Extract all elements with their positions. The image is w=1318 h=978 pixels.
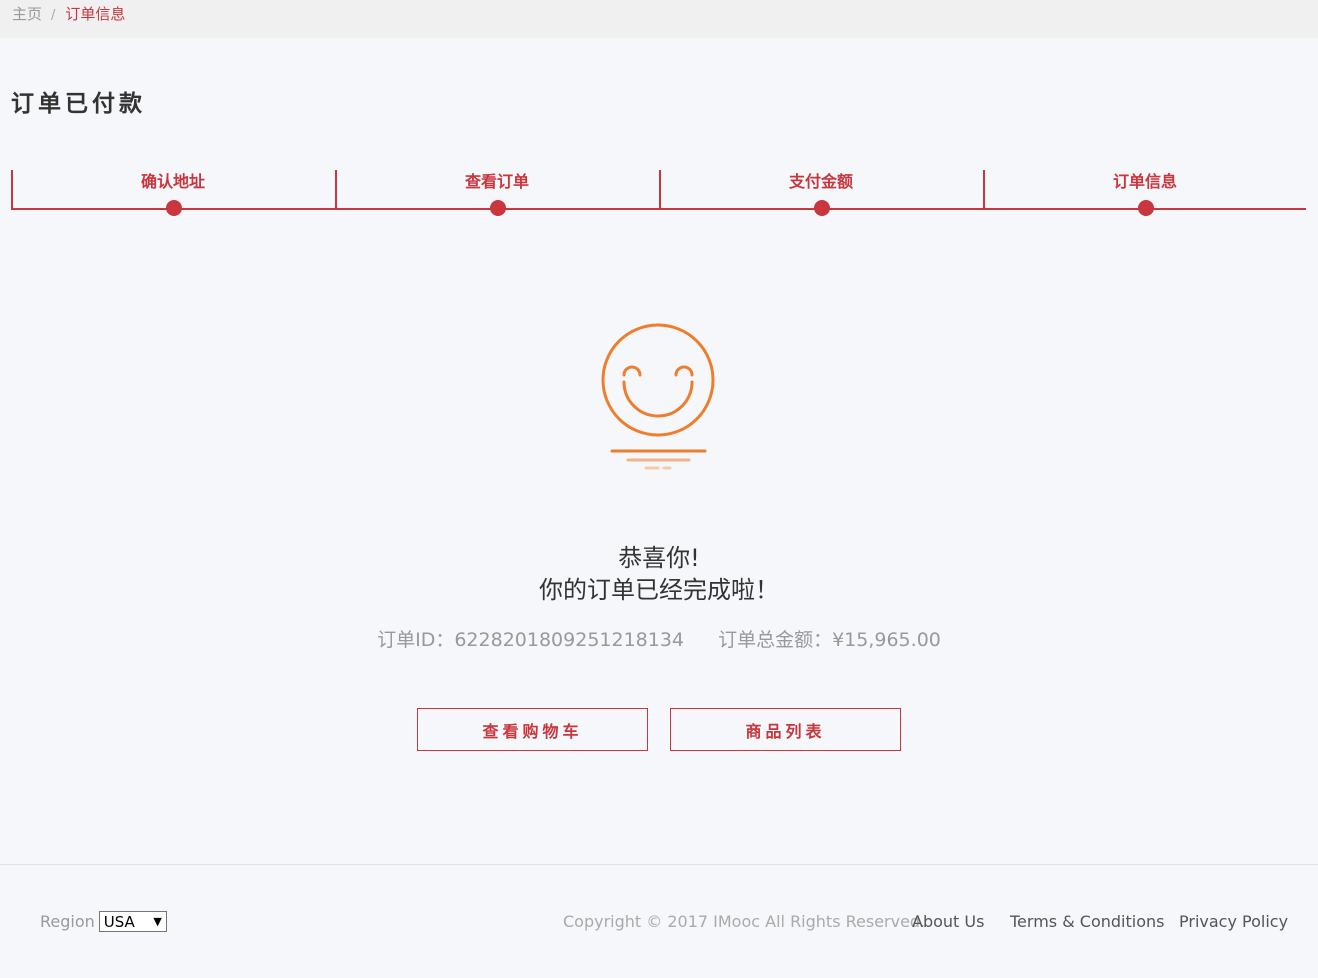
chevron-down-icon: ▼ [153, 915, 162, 928]
breadcrumb-home-link[interactable]: 主页 [12, 3, 42, 24]
region-select[interactable]: USA ▼ [98, 911, 167, 932]
page-title: 订单已付款 [11, 91, 146, 117]
smiley-face-icon [596, 318, 722, 482]
step-label: 订单信息 [1112, 172, 1177, 191]
progress-steps: 确认地址 查看订单 支付金额 订单信息 [11, 170, 1307, 220]
region-selector: Region USA ▼ [40, 911, 167, 932]
view-cart-button[interactable]: 查看购物车 [417, 708, 648, 751]
step-label: 查看订单 [464, 172, 529, 191]
step-dot [814, 200, 830, 216]
step-dot [166, 200, 182, 216]
step-label: 支付金额 [788, 172, 853, 191]
order-id: 订单ID：6228201809251218134 [377, 629, 685, 651]
terms-link[interactable]: Terms & Conditions [1010, 912, 1164, 931]
success-heading: 恭喜你! [618, 544, 700, 572]
privacy-policy-link[interactable]: Privacy Policy [1179, 912, 1288, 931]
step-dot [490, 200, 506, 216]
order-info: 订单ID：6228201809251218134 订单总金额：¥15,965.0… [0, 625, 1318, 652]
step-label: 确认地址 [140, 172, 205, 191]
footer-divider [0, 864, 1318, 865]
region-value: USA [103, 912, 135, 931]
step-dot [1138, 200, 1154, 216]
region-label: Region [40, 912, 95, 931]
breadcrumb-separator: / [51, 8, 56, 23]
about-us-link[interactable]: About Us [912, 912, 984, 931]
breadcrumb: 主页 / 订单信息 [12, 3, 125, 24]
breadcrumb-current: 订单信息 [65, 5, 126, 23]
step-order-info: 订单信息 [983, 170, 1307, 216]
step-confirm-address: 确认地址 [11, 170, 335, 216]
top-bar: 主页 / 订单信息 [0, 0, 1318, 38]
order-total: 订单总金额：¥15,965.00 [718, 629, 941, 651]
success-message: 你的订单已经完成啦！ [539, 576, 779, 604]
step-view-order: 查看订单 [335, 170, 659, 216]
product-list-button[interactable]: 商品列表 [670, 708, 901, 751]
copyright-text: Copyright © 2017 IMooc All Rights Reserv… [563, 912, 926, 931]
step-pay-amount: 支付金额 [659, 170, 983, 216]
